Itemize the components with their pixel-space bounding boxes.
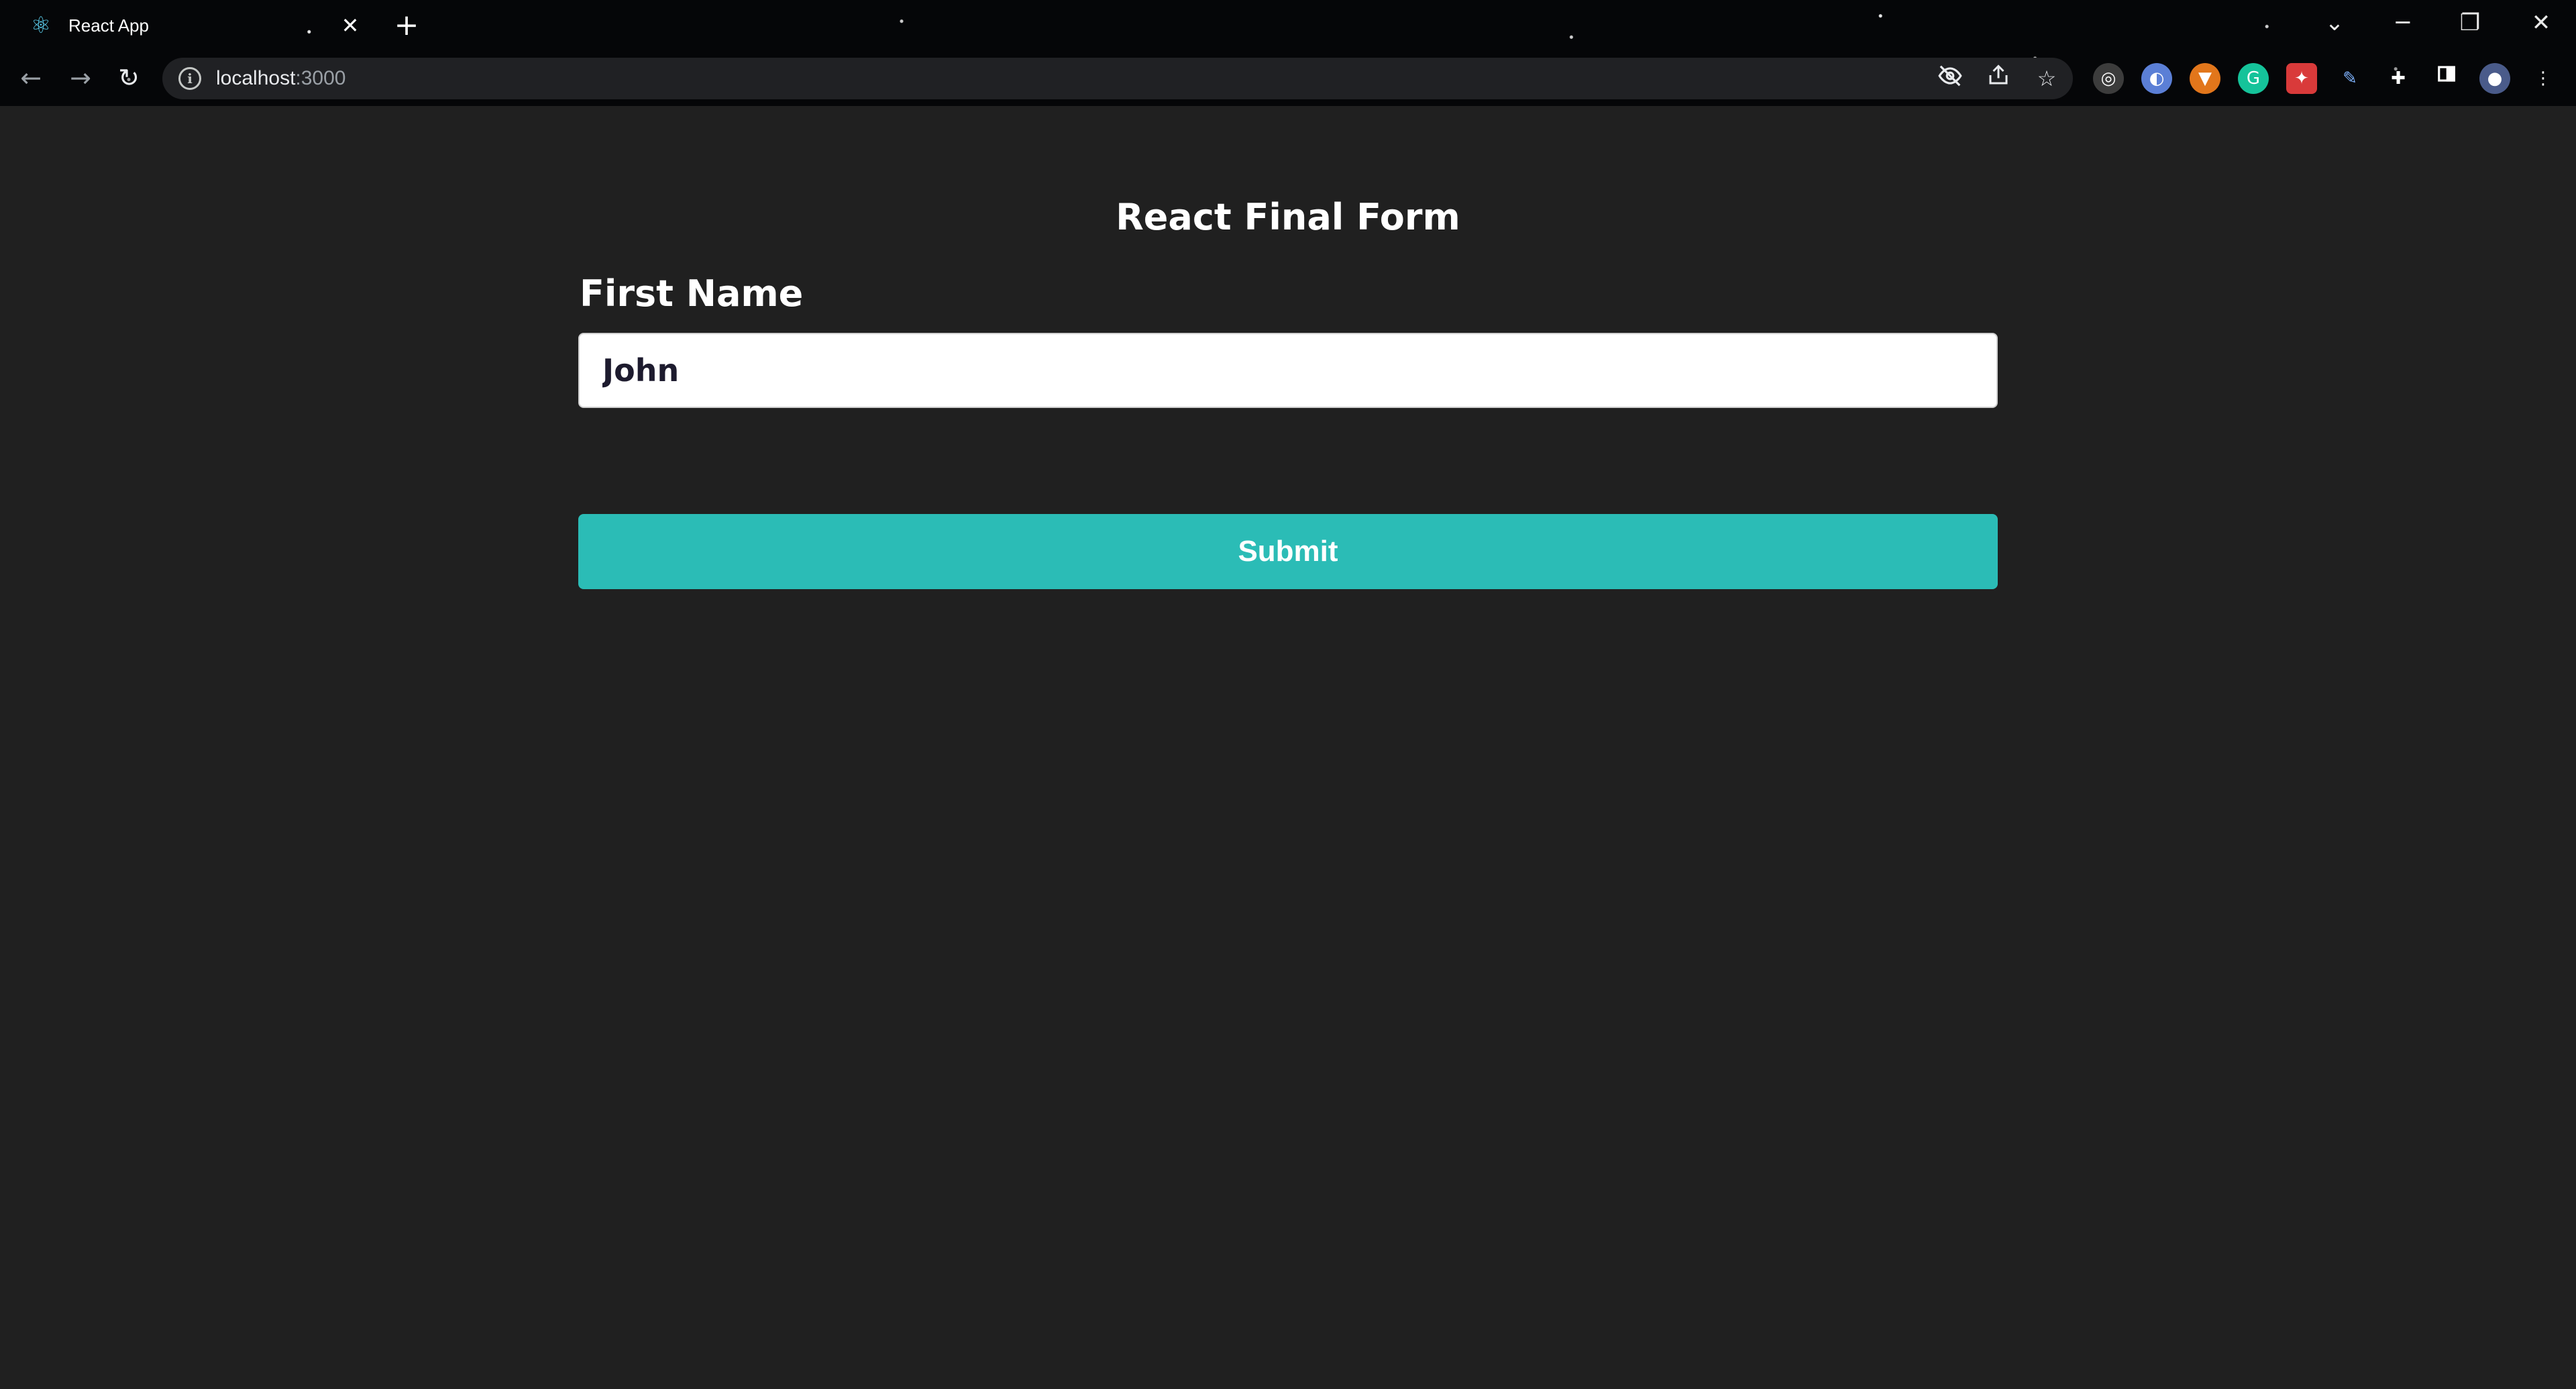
address-bar[interactable]: i localhost:3000 ☆ — [162, 58, 2073, 99]
form-title: React Final Form — [1116, 196, 1460, 238]
browser-chrome: ⚛ React App ✕ + ⌄ ─ ❐ ✕ ← → ↻ i localhos… — [0, 0, 2576, 106]
window-close-icon[interactable]: ✕ — [2521, 3, 2561, 43]
tab-bar: ⚛ React App ✕ + ⌄ ─ ❐ ✕ — [0, 0, 2576, 51]
wallet-extension-icon[interactable]: ◐ — [2141, 63, 2172, 94]
tab-title: React App — [68, 15, 149, 36]
restore-icon[interactable]: ❐ — [2450, 3, 2490, 43]
submit-button[interactable]: Submit — [578, 514, 1998, 589]
profile-avatar[interactable]: ● — [2479, 63, 2510, 94]
site-info-icon[interactable]: i — [178, 67, 201, 90]
page-content: React Final Form First Name Submit — [0, 106, 2576, 1389]
side-panel-icon[interactable] — [2431, 63, 2462, 94]
metamask-fox-icon[interactable]: ▼ — [2190, 63, 2220, 94]
url-port: :3000 — [295, 67, 346, 89]
new-tab-button[interactable]: + — [389, 8, 424, 43]
react-logo-icon: ⚛ — [30, 12, 52, 39]
first-name-input[interactable] — [578, 333, 1998, 408]
tab-close-icon[interactable]: ✕ — [335, 11, 365, 40]
tab-search-icon[interactable]: ⌄ — [2314, 3, 2355, 43]
url-host: localhost — [216, 67, 296, 89]
browser-tab-react-app[interactable]: ⚛ React App ✕ — [20, 5, 369, 46]
first-name-label: First Name — [580, 272, 804, 315]
target-extension-icon[interactable]: ◎ — [2093, 63, 2124, 94]
minimize-icon[interactable]: ─ — [2383, 3, 2423, 43]
more-menu-icon[interactable]: ⋮ — [2528, 63, 2559, 94]
address-url: localhost:3000 — [216, 67, 345, 90]
red-extension-icon[interactable]: ✦ — [2286, 63, 2317, 94]
puzzle-extensions-icon[interactable]: ✚ — [2383, 63, 2414, 94]
back-button[interactable]: ← — [12, 59, 50, 97]
reload-button[interactable]: ↻ — [110, 59, 148, 97]
bookmark-star-icon[interactable]: ☆ — [2031, 63, 2062, 94]
pen-extension-icon[interactable]: ✎ — [2334, 63, 2365, 94]
browser-toolbar: ← → ↻ i localhost:3000 ☆ ◎ ◐ ▼ G ✦ ✎ ✚ ●… — [0, 51, 2576, 106]
eye-off-icon[interactable] — [1935, 63, 1966, 94]
grammarly-icon[interactable]: G — [2238, 63, 2269, 94]
share-icon[interactable] — [1983, 63, 2014, 94]
forward-button[interactable]: → — [62, 59, 99, 97]
